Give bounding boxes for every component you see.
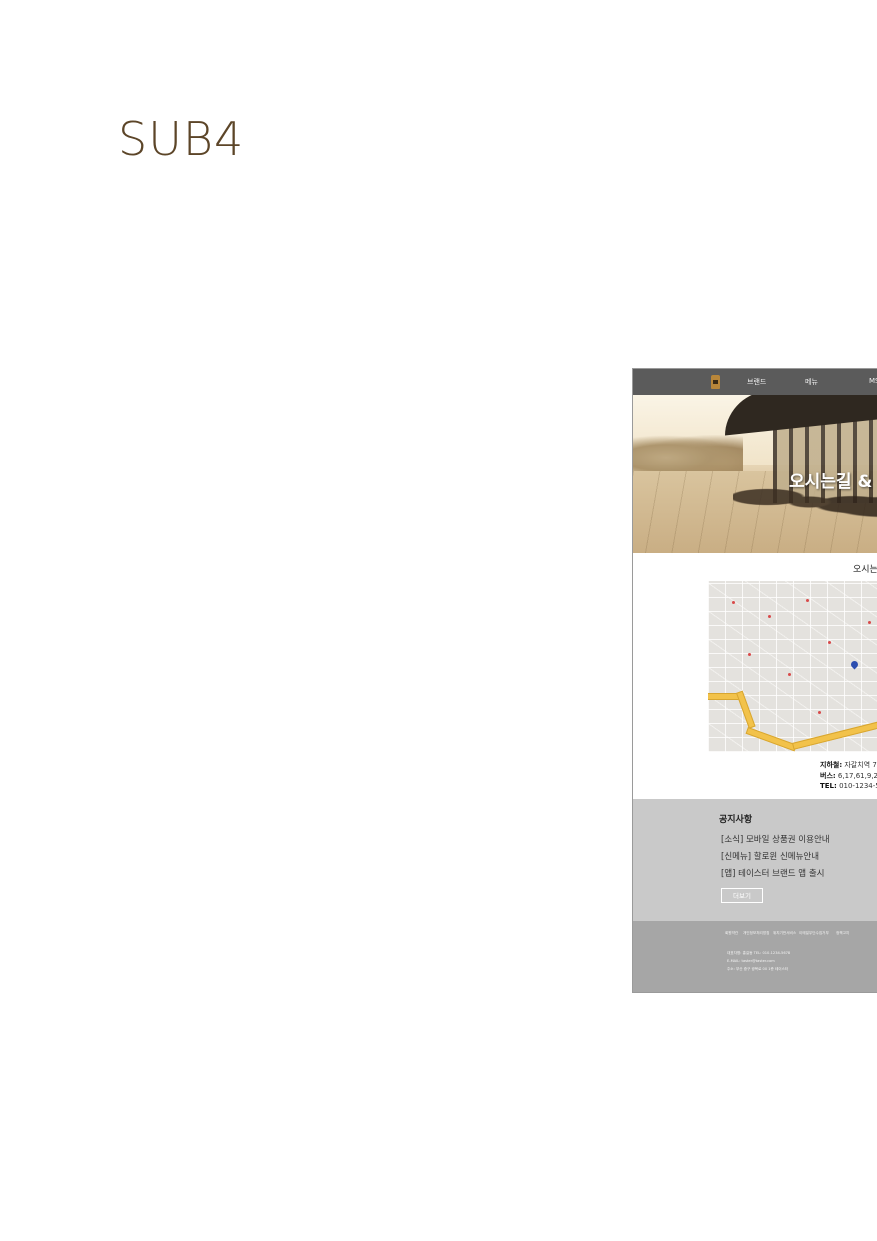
map-road bbox=[745, 727, 797, 752]
location-map[interactable] bbox=[708, 581, 877, 752]
footer-link[interactable]: 이메일무단수집거부 bbox=[799, 931, 829, 936]
footer-link[interactable]: 개인정보처리방침 bbox=[743, 931, 769, 936]
footer-info-line: 대표자명: 홍길동 TEL: 010-1234-5678 bbox=[727, 951, 791, 955]
map-road bbox=[736, 690, 756, 729]
notice-item[interactable]: [소식] 모바일 상품권 이용안내 bbox=[721, 833, 830, 845]
contact-subway: 지하철: 자갈치역 7 bbox=[820, 760, 877, 770]
page: SUB4 브랜드 메뉴 MS 오시는길 & 오시는 bbox=[0, 0, 877, 1241]
map-marker bbox=[828, 641, 831, 644]
footer-link[interactable]: 정책고지 bbox=[836, 931, 849, 936]
footer: 회원약관 개인정보처리방침 위치기반서비스 이메일무단수집거부 정책고지 대표자… bbox=[633, 921, 877, 992]
nav-item-brand[interactable]: 브랜드 bbox=[747, 377, 766, 387]
map-road bbox=[792, 713, 877, 750]
hero-title: 오시는길 & bbox=[789, 472, 873, 492]
map-marker bbox=[868, 621, 871, 624]
hero-banner: 오시는길 & bbox=[633, 395, 877, 553]
more-button[interactable]: 더보기 bbox=[721, 888, 763, 903]
tel-value: 010-1234-56 bbox=[839, 782, 877, 790]
website-mockup: 브랜드 메뉴 MS 오시는길 & 오시는 bbox=[632, 368, 877, 993]
contact-bus: 버스: 6,17,61,9,26 bbox=[820, 771, 877, 781]
footer-info-line: E-MAIL: taster@taster.com bbox=[727, 959, 775, 963]
logo-icon[interactable] bbox=[711, 375, 720, 389]
map-marker bbox=[768, 615, 771, 618]
footer-link[interactable]: 회원약관 bbox=[725, 931, 738, 936]
page-title: SUB4 bbox=[118, 112, 245, 166]
notice-section: 공지사항 [소식] 모바일 상품권 이용안내 [신메뉴] 할로윈 신메뉴안내 [… bbox=[633, 799, 877, 921]
contact-tel: TEL: 010-1234-56 bbox=[820, 782, 877, 790]
footer-link[interactable]: 위치기반서비스 bbox=[773, 931, 796, 936]
subway-value: 자갈치역 7 bbox=[844, 761, 877, 769]
nav-bar: 브랜드 메뉴 MS bbox=[633, 369, 877, 395]
bus-label: 버스: bbox=[820, 772, 836, 780]
map-marker bbox=[806, 599, 809, 602]
location-section-title: 오시는 bbox=[853, 565, 877, 575]
map-pin-icon[interactable] bbox=[849, 659, 860, 670]
bus-value: 6,17,61,9,26 bbox=[837, 772, 877, 780]
hero-trees bbox=[633, 435, 743, 473]
nav-item-menu[interactable]: 메뉴 bbox=[805, 377, 818, 387]
notice-item[interactable]: [신메뉴] 할로윈 신메뉴안내 bbox=[721, 850, 819, 862]
notice-title: 공지사항 bbox=[719, 815, 753, 825]
map-marker bbox=[788, 673, 791, 676]
map-marker bbox=[748, 653, 751, 656]
footer-info-line: 주소: 부산 중구 광복로 00 1층 테이스터 bbox=[727, 967, 789, 971]
tel-label: TEL: bbox=[820, 782, 837, 790]
map-marker bbox=[818, 711, 821, 714]
map-marker bbox=[732, 601, 735, 604]
nav-item-ms[interactable]: MS bbox=[869, 377, 877, 385]
notice-item[interactable]: [앱] 테이스터 브랜드 앱 출시 bbox=[721, 867, 824, 879]
subway-label: 지하철: bbox=[820, 761, 843, 769]
